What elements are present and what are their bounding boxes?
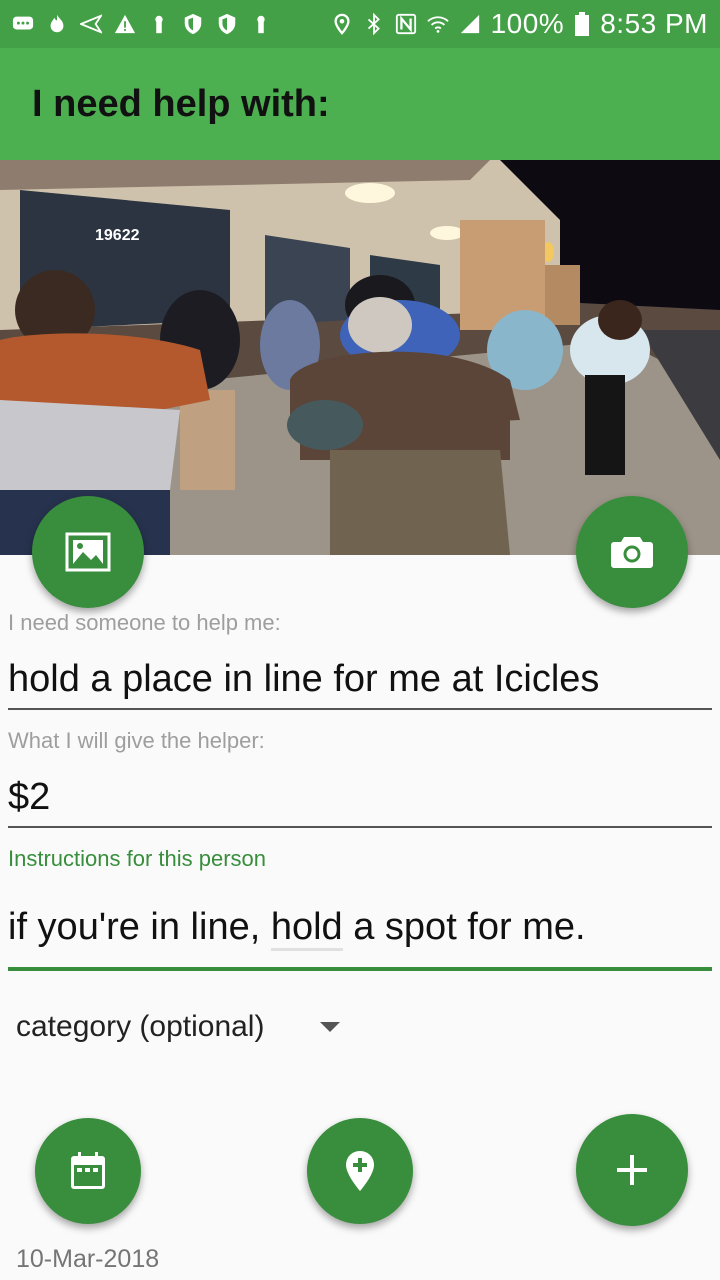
clock: 8:53 PM — [600, 8, 708, 39]
notification-icons — [12, 12, 272, 36]
image-icon — [65, 532, 111, 572]
calendar-icon — [71, 1152, 105, 1189]
spellcheck-word[interactable]: hold — [270, 906, 343, 951]
instructions-text-end: a spot for me. — [342, 906, 586, 948]
camera-button[interactable] — [576, 496, 688, 608]
message-icon — [12, 12, 34, 36]
page-title: I need help with: — [32, 82, 330, 125]
bluetooth-icon — [363, 12, 385, 36]
wifi-icon — [426, 12, 449, 36]
request-photo: 19622 — [0, 160, 720, 555]
submit-button[interactable] — [576, 1114, 688, 1226]
reward-input[interactable]: $2 — [8, 776, 50, 819]
instructions-text-start: if you're in line, — [8, 906, 271, 948]
gallery-button[interactable] — [32, 496, 144, 608]
help-input-underline — [8, 708, 712, 710]
nfc-icon — [395, 12, 417, 36]
category-dropdown[interactable]: category (optional) — [16, 1010, 341, 1044]
reward-field-label: What I will give the helper: — [8, 728, 265, 753]
keyhole-icon — [250, 12, 272, 36]
shield-icon — [216, 12, 238, 36]
location-button[interactable] — [307, 1118, 413, 1224]
system-icons: 100% 8:53 PM — [331, 8, 708, 40]
svg-text:19622: 19622 — [95, 227, 140, 244]
reward-input-underline — [8, 826, 712, 828]
camera-icon — [611, 537, 653, 568]
keyhole-icon — [148, 12, 170, 36]
instructions-field-label: Instructions for this person — [8, 846, 267, 871]
add-location-icon — [346, 1151, 374, 1191]
screen: 100% 8:53 PM I need help with: 19622 I n… — [0, 0, 720, 1280]
status-bar: 100% 8:53 PM — [0, 0, 720, 48]
instructions-input-underline — [8, 967, 712, 971]
dropdown-arrow-icon — [320, 1022, 341, 1032]
category-selected: category (optional) — [16, 1010, 265, 1043]
battery-percentage: 100% — [490, 8, 565, 39]
signal-icon — [459, 12, 481, 36]
shield-icon — [182, 12, 204, 36]
location-icon — [331, 12, 353, 36]
date-button[interactable] — [35, 1118, 141, 1224]
instructions-input[interactable]: if you're in line, hold a spot for me. — [8, 906, 586, 951]
help-input[interactable]: hold a place in line for me at Icicles — [8, 658, 599, 701]
selected-date: 10-Mar-2018 — [16, 1245, 160, 1273]
add-icon — [617, 1155, 647, 1185]
help-field-label: I need someone to help me: — [8, 610, 281, 635]
warning-icon — [114, 12, 136, 36]
battery-icon — [574, 12, 590, 36]
send-icon — [78, 12, 104, 36]
app-bar: I need help with: — [0, 48, 720, 160]
flame-icon — [46, 12, 68, 36]
